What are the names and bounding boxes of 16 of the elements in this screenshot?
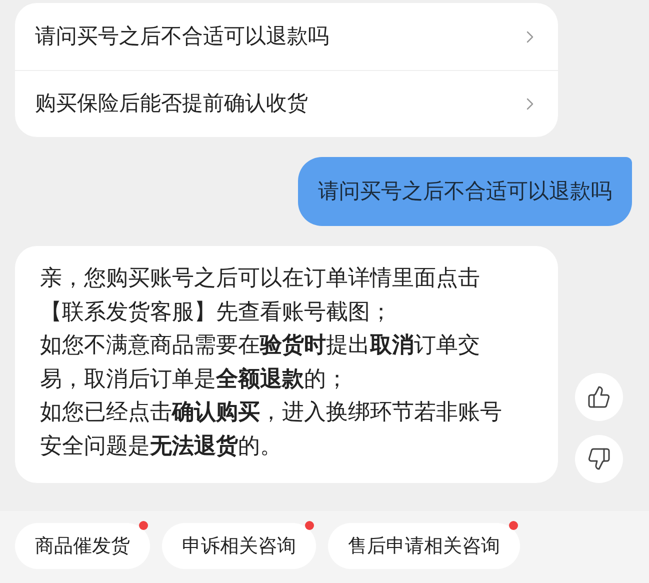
reply-line: 安全问题是无法退货的。 xyxy=(40,432,283,460)
reply-line: 【联系发货客服】先查看账号截图； xyxy=(40,298,393,326)
question-item[interactable]: 请问买号之后不合适可以退款吗 xyxy=(15,3,558,70)
like-button[interactable] xyxy=(575,373,623,421)
reply-line: 如您不满意商品需要在验货时提出取消订单交 xyxy=(40,332,481,360)
question-item[interactable]: 购买保险后能否提前确认收货 xyxy=(15,70,558,137)
suggestion-chip[interactable]: 商品催发货 xyxy=(15,523,150,569)
user-message: 请问买号之后不合适可以退款吗 xyxy=(298,157,632,226)
reply-line: 如您已经点击确认购买，进入换绑环节若非账号 xyxy=(40,399,503,427)
thumbs-up-icon xyxy=(587,385,611,409)
suggestion-chip[interactable]: 申诉相关咨询 xyxy=(162,523,316,569)
reply-line: 易，取消后订单是全额退款的； xyxy=(40,366,349,394)
dislike-button[interactable] xyxy=(575,435,623,483)
reply-line: 亲，您购买账号之后可以在订单详情里面点击 xyxy=(40,265,481,293)
suggestion-chip[interactable]: 售后申请相关咨询 xyxy=(328,523,520,569)
thumbs-down-icon xyxy=(587,447,611,471)
